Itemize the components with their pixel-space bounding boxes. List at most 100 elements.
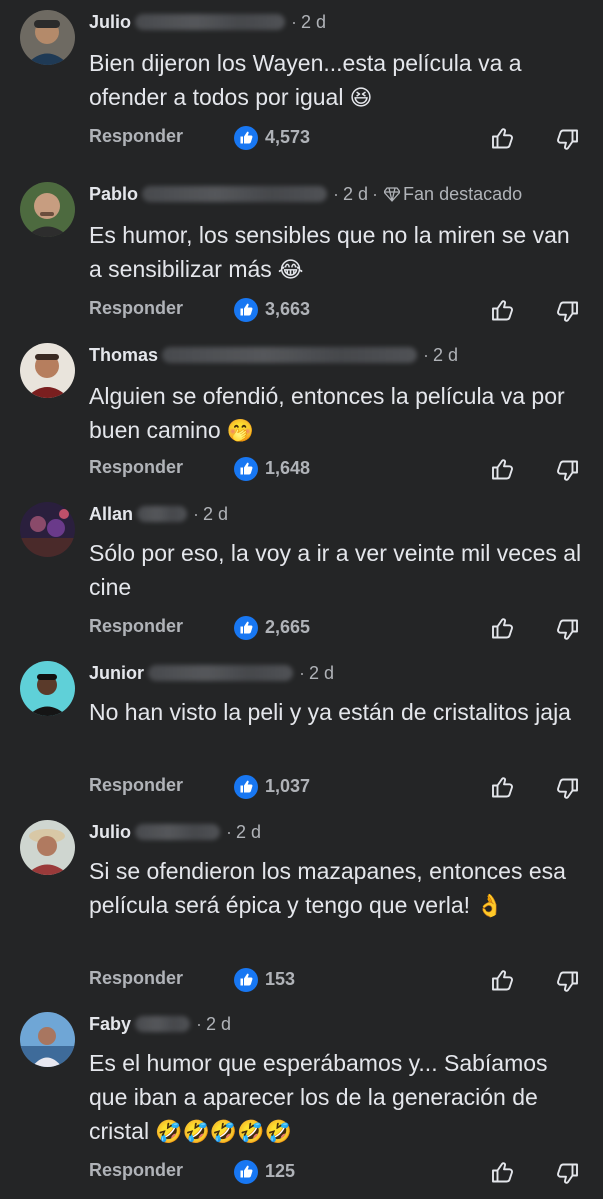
comment-text: No han visto la peli y ya están de crist… [89, 699, 571, 725]
reply-button[interactable]: Responder [89, 968, 183, 989]
avatar[interactable] [20, 820, 75, 875]
like-count[interactable]: 125 [265, 1161, 295, 1182]
comment-actions: Responder 4,573 [0, 123, 603, 153]
like-badge-icon [234, 968, 258, 992]
emoji: 😂 [277, 258, 304, 283]
thumbs-down-icon[interactable] [553, 968, 581, 996]
redacted-name [135, 824, 221, 840]
like-badge-icon [234, 775, 258, 799]
like-badge-icon [234, 126, 258, 150]
thumbs-up-icon[interactable] [489, 455, 517, 483]
separator-dot: · [193, 503, 200, 524]
avatar[interactable] [20, 182, 75, 237]
top-fan-badge[interactable]: Fan destacado [382, 184, 522, 205]
comment-text: Sólo por eso, la voy a ir a ver veinte m… [89, 540, 582, 600]
thumbs-down-icon[interactable] [553, 1160, 581, 1188]
author-name[interactable]: Julio [89, 12, 131, 33]
comment-header: Faby · 2 d [89, 1012, 231, 1036]
thumbs-down-icon[interactable] [553, 616, 581, 644]
separator-dot: · [333, 183, 340, 204]
comment-item: Thomas · 2 d Alguien se ofendió, entonce… [0, 343, 603, 493]
like-badge-icon [234, 457, 258, 481]
like-count[interactable]: 3,663 [265, 299, 310, 320]
emoji: 😆 [349, 86, 373, 111]
timestamp[interactable]: 2 d [433, 345, 458, 366]
comment-text: Si se ofendieron los mazapanes, entonces… [89, 858, 566, 919]
reply-button[interactable]: Responder [89, 126, 183, 147]
thumbs-up-icon[interactable] [489, 1158, 517, 1186]
avatar[interactable] [20, 1012, 75, 1067]
thumbs-up-icon[interactable] [489, 773, 517, 801]
reply-button[interactable]: Responder [89, 775, 183, 796]
redacted-name [137, 506, 188, 522]
timestamp[interactable]: 2 d [236, 822, 261, 843]
comment-feed: Julio · 2 d Bien dijeron los Wayen...est… [0, 0, 603, 1199]
timestamp[interactable]: 2 d [203, 504, 228, 525]
diamond-icon [384, 187, 401, 202]
emoji: 🤣🤣🤣🤣🤣 [155, 1120, 293, 1145]
author-name[interactable]: Julio [89, 822, 131, 843]
comment-text: Alguien se ofendió, entonces la película… [89, 383, 565, 444]
timestamp[interactable]: 2 d [343, 184, 368, 205]
author-name[interactable]: Thomas [89, 345, 158, 366]
emoji: 👌 [476, 894, 504, 919]
like-count[interactable]: 153 [265, 969, 295, 990]
thumbs-up-icon[interactable] [489, 966, 517, 994]
like-badge-icon [234, 616, 258, 640]
comment-item: Allan · 2 d Sólo por eso, la voy a ir a … [0, 502, 603, 652]
thumbs-down-icon[interactable] [553, 126, 581, 154]
comment-actions: Responder 153 [0, 965, 603, 995]
like-count[interactable]: 1,037 [265, 776, 310, 797]
avatar[interactable] [20, 343, 75, 398]
emoji: 🤭 [226, 419, 255, 444]
author-name[interactable]: Faby [89, 1014, 131, 1035]
author-name[interactable]: Pablo [89, 184, 138, 205]
redacted-name [135, 1016, 191, 1032]
avatar[interactable] [20, 10, 75, 65]
separator-dot: · [299, 662, 306, 683]
reply-button[interactable]: Responder [89, 616, 183, 637]
comment-actions: Responder 2,665 [0, 613, 603, 643]
comment-header: Allan · 2 d [89, 502, 228, 526]
timestamp[interactable]: 2 d [206, 1014, 231, 1035]
like-count[interactable]: 1,648 [265, 458, 310, 479]
comment-text: Es el humor que esperábamos y... Sabíamo… [89, 1050, 548, 1145]
like-count[interactable]: 2,665 [265, 617, 310, 638]
comment-item: Julio · 2 d Si se ofendieron los mazapan… [0, 820, 603, 1005]
thumbs-down-icon[interactable] [553, 457, 581, 485]
author-name[interactable]: Junior [89, 663, 144, 684]
comment-header: Junior · 2 d [89, 661, 334, 685]
comment-item: Pablo · 2 d · Fan destacado Es humor, lo… [0, 182, 603, 332]
comment-header: Pablo · 2 d · Fan destacado [89, 182, 522, 206]
separator-dot: · [196, 1013, 203, 1034]
comment-actions: Responder 3,663 [0, 295, 603, 325]
thumbs-up-icon[interactable] [489, 614, 517, 642]
comment-text: Bien dijeron los Wayen...esta película v… [89, 50, 522, 111]
timestamp[interactable]: 2 d [309, 663, 334, 684]
avatar[interactable] [20, 502, 75, 557]
thumbs-down-icon[interactable] [553, 298, 581, 326]
like-badge-icon [234, 298, 258, 322]
author-name[interactable]: Allan [89, 504, 133, 525]
comment-text: Es humor, los sensibles que no la miren … [89, 222, 570, 283]
timestamp[interactable]: 2 d [301, 12, 326, 33]
thumbs-down-icon[interactable] [553, 775, 581, 803]
reply-button[interactable]: Responder [89, 298, 183, 319]
like-count[interactable]: 4,573 [265, 127, 310, 148]
thumbs-up-icon[interactable] [489, 296, 517, 324]
redacted-name [135, 14, 286, 30]
comment-item: Julio · 2 d Bien dijeron los Wayen...est… [0, 10, 603, 160]
comment-item: Faby · 2 d Es el humor que esperábamos y… [0, 1012, 603, 1199]
comment-actions: Responder 1,037 [0, 772, 603, 802]
comment-item: Junior · 2 d No han visto la peli y ya e… [0, 661, 603, 811]
thumbs-up-icon[interactable] [489, 124, 517, 152]
comment-header: Julio · 2 d [89, 820, 261, 844]
avatar[interactable] [20, 661, 75, 716]
comment-header: Julio · 2 d [89, 10, 326, 34]
separator-dot: · [291, 11, 298, 32]
redacted-name [162, 347, 418, 363]
separator-dot: · [372, 183, 379, 204]
comment-header: Thomas · 2 d [89, 343, 458, 367]
reply-button[interactable]: Responder [89, 457, 183, 478]
reply-button[interactable]: Responder [89, 1160, 183, 1181]
